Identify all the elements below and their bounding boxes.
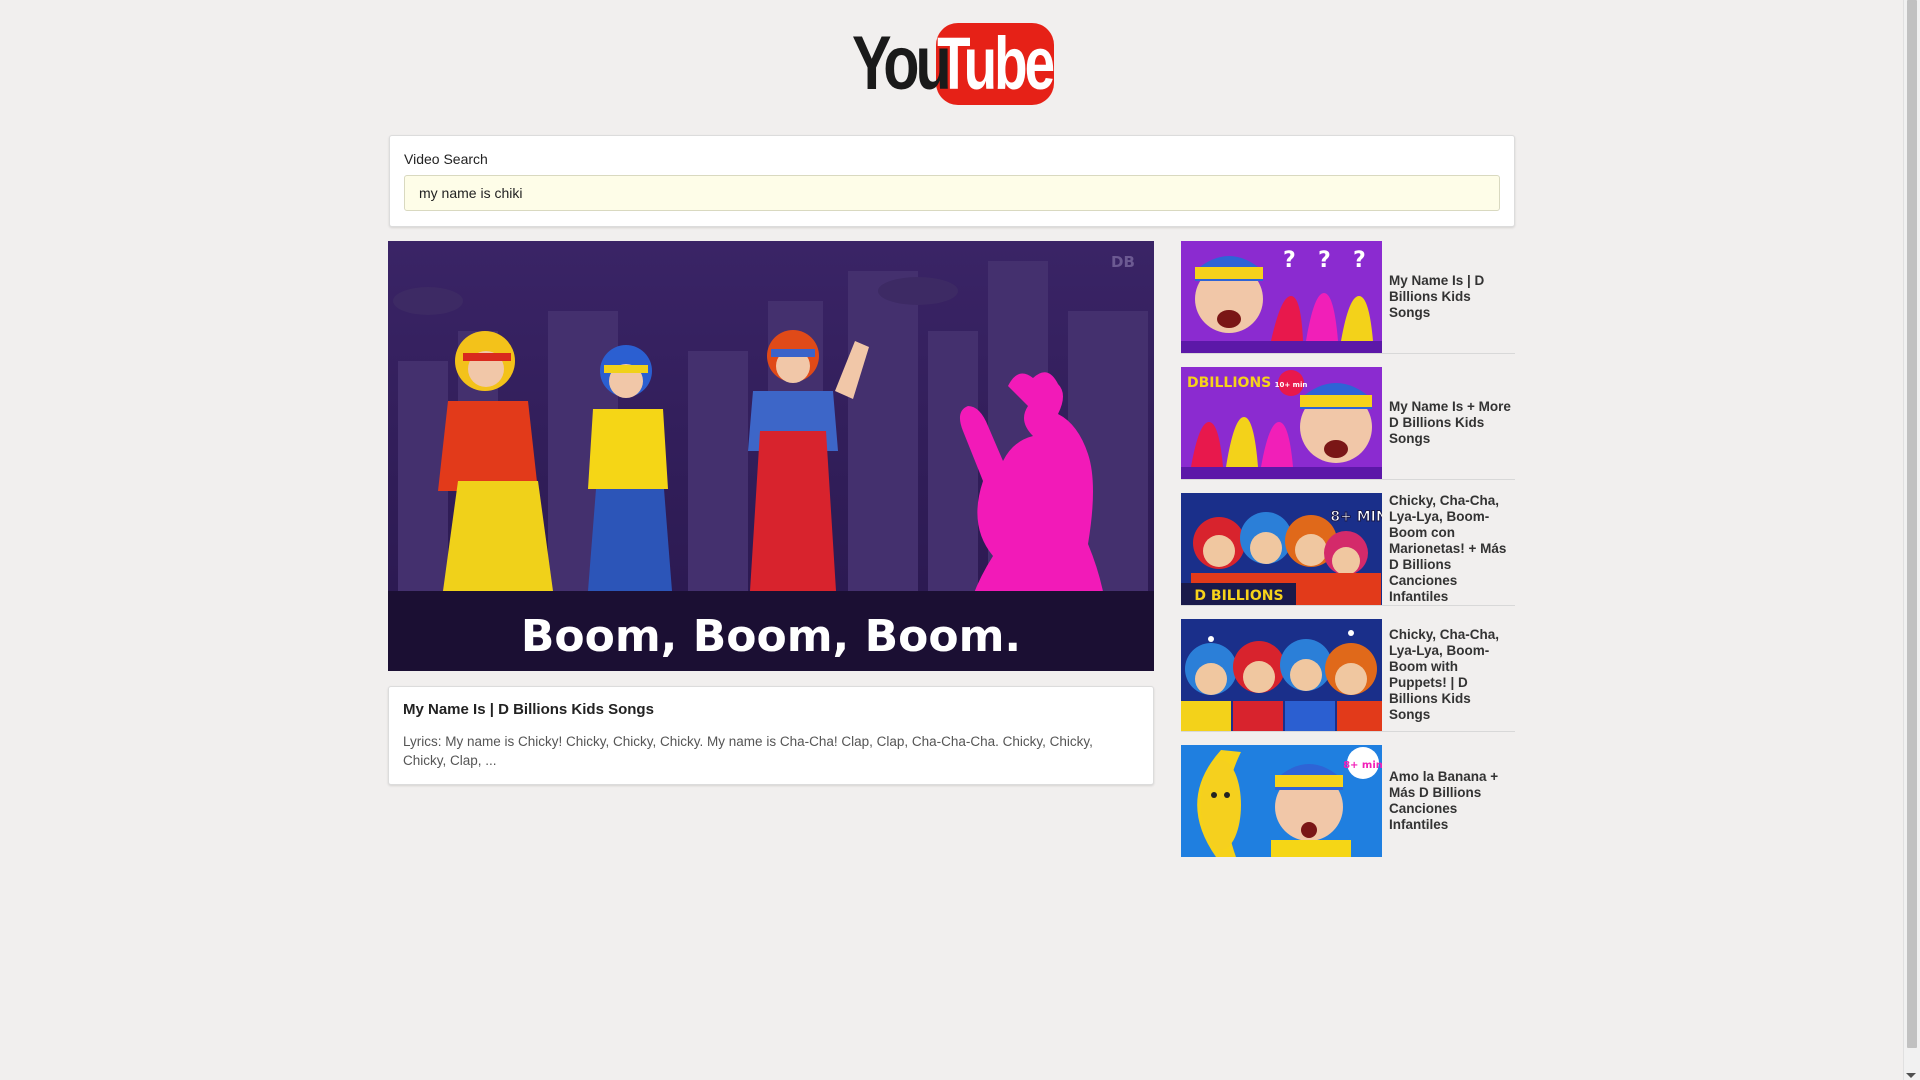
video-thumbnail[interactable] bbox=[1181, 619, 1382, 731]
video-thumbnail[interactable]: DBILLIONS 10+ min bbox=[1181, 367, 1382, 479]
video-thumbnail[interactable]: D BILLIONS 8+ MIN bbox=[1181, 493, 1382, 605]
thumb-channel-logo: DBILLIONS bbox=[1187, 375, 1271, 391]
logo-tube-box: Tube bbox=[936, 22, 1056, 105]
video-title: My Name Is | D Billions Kids Songs bbox=[403, 701, 654, 718]
video-list-item-title[interactable]: Chicky, Cha-Cha, Lya-Lya, Boom-Boom with… bbox=[1389, 627, 1515, 723]
video-thumbnail[interactable]: ? ? ? bbox=[1181, 241, 1382, 353]
video-detail-card: My Name Is | D Billions Kids Songs Lyric… bbox=[388, 686, 1154, 785]
thumb-duration-badge: 8+ MIN bbox=[1330, 509, 1382, 525]
video-description: Lyrics: My name is Chicky! Chicky, Chick… bbox=[403, 734, 1093, 768]
video-list: ? ? ? My Name Is | D Billions Kids Songs… bbox=[1181, 241, 1515, 870]
channel-watermark: DB bbox=[1111, 253, 1135, 271]
search-label: Video Search bbox=[404, 151, 488, 167]
page-scrollbar[interactable] bbox=[1903, 0, 1920, 1080]
video-list-item[interactable]: ? ? ? My Name Is | D Billions Kids Songs bbox=[1181, 241, 1515, 354]
search-input[interactable] bbox=[404, 175, 1500, 211]
video-list-item-title[interactable]: My Name Is + More D Billions Kids Songs bbox=[1389, 399, 1515, 447]
video-list-item-title[interactable]: Chicky, Cha-Cha, Lya-Lya, Boom-Boom con … bbox=[1389, 493, 1515, 605]
video-caption: Boom, Boom, Boom. bbox=[521, 611, 1021, 662]
video-list-item-title[interactable]: My Name Is | D Billions Kids Songs bbox=[1389, 273, 1515, 321]
video-list-item[interactable]: DBILLIONS 10+ min My Name Is + More D Bi… bbox=[1181, 367, 1515, 480]
svg-text:?: ? bbox=[1318, 248, 1331, 273]
video-list-item[interactable]: Chicky, Cha-Cha, Lya-Lya, Boom-Boom with… bbox=[1181, 619, 1515, 732]
video-list-item[interactable]: 8+ min Amo la Banana + Más D Billions Ca… bbox=[1181, 745, 1515, 857]
logo-tube-text: Tube bbox=[937, 22, 1056, 105]
thumb-channel-logo: D BILLIONS bbox=[1194, 588, 1283, 604]
search-card: Video Search bbox=[389, 135, 1515, 227]
video-list-item-title[interactable]: Amo la Banana + Más D Billions Canciones… bbox=[1389, 769, 1515, 833]
video-thumbnail[interactable]: 8+ min bbox=[1181, 745, 1382, 857]
video-player[interactable]: Boom, Boom, Boom. DB bbox=[388, 241, 1154, 671]
video-list-item[interactable]: D BILLIONS 8+ MIN Chicky, Cha-Cha, Lya-L… bbox=[1181, 493, 1515, 606]
thumb-duration-badge: 8+ min bbox=[1343, 760, 1382, 771]
youtube-logo[interactable]: You Tube bbox=[852, 21, 1056, 106]
video-frame: Boom, Boom, Boom. DB bbox=[388, 241, 1154, 671]
logo-you-text: You bbox=[852, 21, 952, 106]
scroll-down-arrow-icon[interactable] bbox=[1906, 1073, 1916, 1078]
scrollbar-thumb[interactable] bbox=[1907, 0, 1917, 1048]
thumb-duration-badge: 10+ min bbox=[1275, 381, 1308, 389]
svg-text:?: ? bbox=[1283, 248, 1296, 273]
svg-text:?: ? bbox=[1353, 248, 1366, 273]
